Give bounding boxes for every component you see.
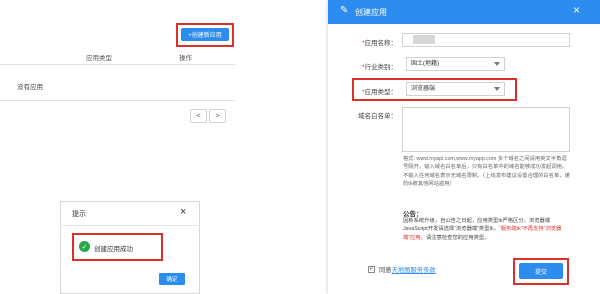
- table-header-row: [0, 50, 236, 65]
- industry-select[interactable]: 国土(地籍): [406, 57, 505, 71]
- app-type-value: 浏览器端: [411, 86, 436, 92]
- table-row-divider: [0, 100, 236, 101]
- chevron-down-icon: [494, 87, 500, 91]
- app-name-redacted-value: [413, 35, 435, 44]
- whitelist-hint: 格式: www.myapi.com,www.myapp.com 多个域名之间请用…: [403, 156, 570, 187]
- industry-label: *行业类别：: [361, 64, 397, 71]
- industry-value: 国土(地籍): [411, 61, 439, 67]
- app-type-select[interactable]: 浏览器端: [406, 82, 505, 96]
- terms-link[interactable]: 天地图服务条款: [392, 267, 436, 274]
- close-icon[interactable]: ×: [180, 206, 186, 218]
- column-header-app-type: 应用类型: [86, 55, 112, 62]
- app-name-label: *应用名称：: [361, 40, 397, 47]
- check-circle-icon: ✓: [79, 241, 90, 252]
- ok-button[interactable]: 确定: [159, 273, 185, 285]
- empty-state-text: 没有应用: [17, 84, 43, 91]
- create-app-button[interactable]: +创建新应用: [181, 28, 229, 41]
- whitelist-textarea[interactable]: [402, 107, 570, 152]
- modal-title: 创建应用: [355, 8, 387, 17]
- modal-close-icon[interactable]: ×: [573, 3, 580, 17]
- whitelist-label: 域名白名单：: [358, 113, 397, 120]
- pager-prev-button[interactable]: <: [190, 109, 207, 123]
- agree-text: 同意天地图服务条款: [379, 267, 436, 274]
- notice-text: 因新系统升级，自公告之日起，应用类型tk严格区分，浏览器端JavaScript开…: [403, 218, 562, 241]
- submit-button[interactable]: 提交: [519, 263, 563, 279]
- edit-icon: ✎: [340, 5, 349, 16]
- success-message: 创建应用成功: [94, 246, 133, 253]
- success-dialog-title: 提示: [72, 211, 86, 218]
- chevron-down-icon: [494, 62, 500, 66]
- app-type-label: *应用类型：: [361, 89, 397, 96]
- column-header-actions: 操作: [179, 55, 192, 62]
- agree-checkbox[interactable]: ✓: [368, 266, 375, 273]
- pager-next-button[interactable]: >: [209, 109, 226, 123]
